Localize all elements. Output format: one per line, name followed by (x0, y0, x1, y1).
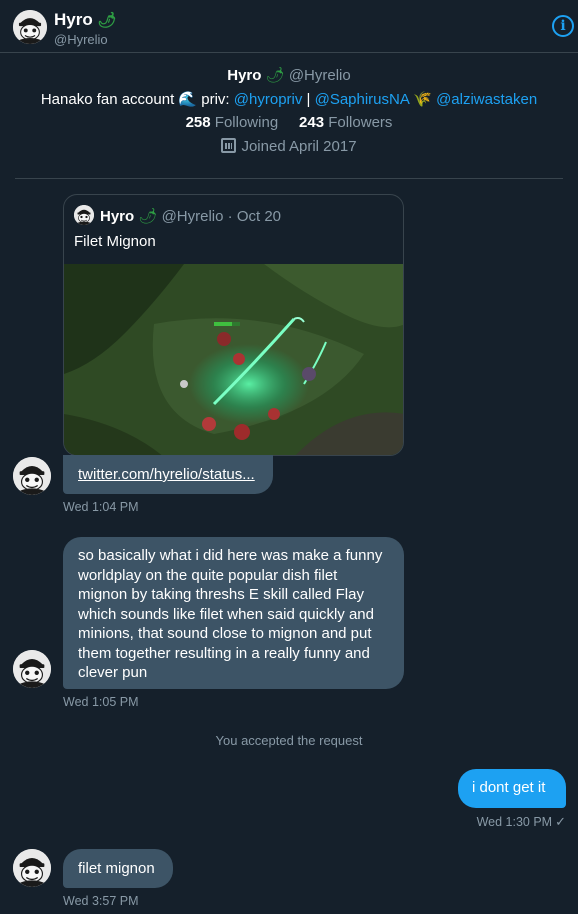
chili-pepper-emoji: 🌶 (97, 12, 117, 29)
header-name[interactable]: Hyro 🌶 (54, 10, 117, 30)
following-count: 258 (185, 114, 211, 131)
quoted-tweet-header: Hyro 🌶 @Hyrelio · Oct 20 (100, 207, 281, 225)
profile-name[interactable]: Hyro (227, 67, 261, 84)
message-timestamp: Wed 1:04 PM (63, 500, 139, 514)
quoted-tweet-avatar (74, 205, 94, 225)
profile-divider (15, 178, 563, 179)
following-link[interactable]: 258 Following (186, 114, 279, 131)
chili-pepper-emoji: 🌶 (265, 67, 285, 84)
message-timestamp: Wed 1:05 PM (63, 695, 139, 709)
message-time: Wed 1:30 PM (476, 815, 553, 829)
quoted-tweet-date: · Oct 20 (227, 208, 282, 225)
sender-avatar[interactable] (13, 457, 51, 495)
quoted-tweet-text: Filet Mignon (74, 233, 156, 250)
bio-link-hyropriv[interactable]: @hyropriv (234, 91, 303, 108)
sender-avatar[interactable] (13, 849, 51, 887)
header-avatar[interactable] (13, 10, 47, 44)
profile-stats: 258 Following 243 Followers (0, 114, 578, 136)
following-label: Following (214, 114, 279, 131)
message-link[interactable]: twitter.com/hyrelio/status... (78, 466, 255, 483)
calendar-icon (221, 138, 237, 153)
message-timestamp: Wed 3:57 PM (63, 894, 139, 908)
outgoing-message-bubble: i dont get it (458, 769, 566, 808)
quoted-tweet-handle: @Hyrelio (161, 208, 224, 225)
joined-text: Joined April 2017 (241, 138, 357, 155)
header-name-text: Hyro (54, 10, 93, 29)
header-handle: @Hyrelio (54, 32, 108, 47)
conversation-header: Hyro 🌶 @Hyrelio i (0, 0, 578, 53)
followers-count: 243 (299, 114, 325, 131)
sender-avatar[interactable] (13, 650, 51, 688)
quoted-tweet-name: Hyro (100, 208, 135, 225)
profile-bio: Hanako fan account 🌊 priv: @hyropriv | @… (0, 90, 578, 112)
message-bubble: so basically what i did here was make a … (63, 537, 404, 689)
info-icon[interactable]: i (552, 15, 574, 37)
profile-handle: @Hyrelio (288, 67, 351, 84)
profile-name-line: Hyro 🌶 @Hyrelio (0, 66, 578, 88)
followers-link[interactable]: 243 Followers (299, 114, 392, 131)
bio-link-saphirusna[interactable]: @SaphirusNA (315, 91, 409, 108)
message-link-bubble[interactable]: twitter.com/hyrelio/status... (63, 455, 273, 494)
read-check-icon: ✓ (555, 814, 566, 829)
bio-separator: | (302, 91, 315, 108)
message-timestamp: Wed 1:30 PM ✓ (477, 814, 566, 830)
followers-label: Followers (328, 114, 393, 131)
message-bubble: filet mignon (63, 849, 173, 888)
quoted-tweet-image[interactable] (64, 264, 403, 455)
quoted-tweet-card[interactable]: Hyro 🌶 @Hyrelio · Oct 20 Filet Mignon (63, 194, 404, 456)
chili-pepper-emoji: 🌶 (138, 208, 158, 225)
system-message: You accepted the request (215, 733, 363, 748)
profile-joined: Joined April 2017 (0, 138, 578, 155)
bio-text: Hanako fan account 🌊 priv: (40, 91, 234, 108)
profile-summary: Hyro 🌶 @Hyrelio Hanako fan account 🌊 pri… (0, 66, 578, 155)
bio-link-alziwastaken[interactable]: @alziwastaken (436, 91, 537, 108)
bio-emoji: 🌾 (409, 91, 437, 108)
